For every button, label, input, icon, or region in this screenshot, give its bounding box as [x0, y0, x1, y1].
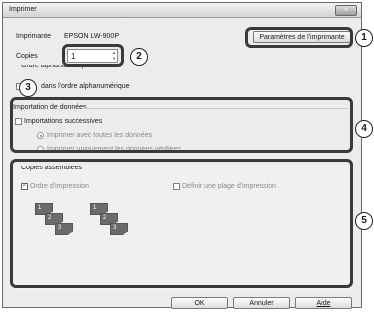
callout-3: 3 [19, 79, 37, 97]
highlight-frame-4 [10, 97, 353, 153]
copies-label: Copies [16, 53, 38, 60]
highlight-frame-1 [245, 27, 353, 48]
alpha-checkbox-label: dans l'ordre alphanumérique [41, 83, 130, 90]
cancel-button[interactable]: Annuler [233, 297, 290, 309]
help-button[interactable]: Aide [295, 297, 352, 309]
window-title: Imprimer [9, 6, 37, 13]
title-bar: Imprimer × [3, 3, 361, 18]
highlight-frame-5 [10, 159, 353, 288]
callout-5: 5 [355, 212, 373, 230]
callout-1: 1 [355, 29, 373, 47]
callout-2: 2 [130, 48, 148, 66]
printer-name: EPSON LW-900P [64, 33, 119, 40]
callout-4: 4 [355, 120, 373, 138]
ok-button[interactable]: OK [171, 297, 228, 309]
highlight-frame-2 [62, 44, 124, 67]
close-button[interactable]: × [335, 5, 357, 16]
printer-label: Imprimante [16, 33, 52, 40]
